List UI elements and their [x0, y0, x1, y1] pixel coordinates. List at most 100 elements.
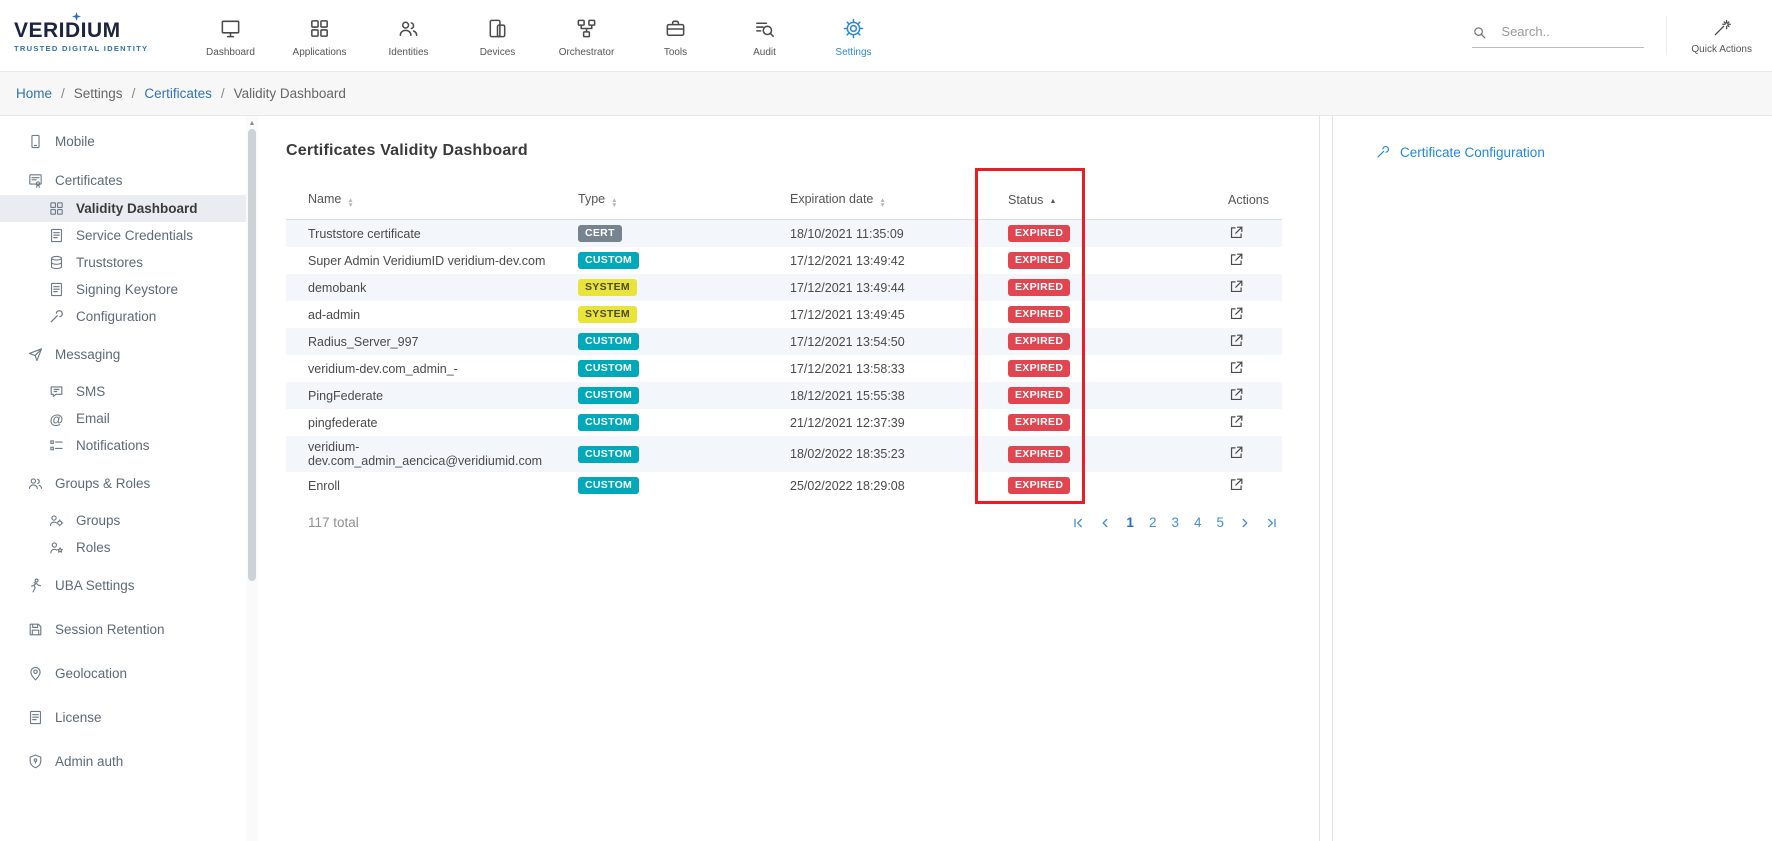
audit-magnifier-icon	[753, 17, 776, 40]
table-header-row: Name▲▼ Type▲▼ Expiration date▲▼ Status▲ …	[286, 186, 1282, 220]
table-row: demobank SYSTEM 17/12/2021 13:49:44 EXPI…	[286, 274, 1282, 301]
column-header-expiration-date[interactable]: Expiration date▲▼	[790, 192, 1008, 208]
open-in-new-icon	[1228, 251, 1245, 268]
brand-name: VERIDIUM	[14, 19, 182, 43]
sidebar-item-groups[interactable]: Groups	[0, 507, 246, 534]
previous-page-icon[interactable]	[1099, 517, 1111, 529]
breadcrumb-separator: /	[132, 86, 136, 101]
status-badge: EXPIRED	[1008, 333, 1070, 350]
first-page-icon[interactable]	[1072, 517, 1084, 529]
status-badge: EXPIRED	[1008, 446, 1070, 463]
map-pin-icon	[27, 665, 44, 682]
page-number-1[interactable]: 1	[1126, 515, 1134, 530]
sidebar-item-service-credentials[interactable]: Service Credentials	[0, 222, 246, 249]
breadcrumb-settings: Settings	[74, 86, 123, 101]
page-number-3[interactable]: 3	[1171, 515, 1179, 530]
table-row: Enroll CUSTOM 25/02/2022 18:29:08 EXPIRE…	[286, 472, 1282, 499]
open-details-button[interactable]	[1228, 359, 1246, 377]
status-badge: EXPIRED	[1008, 360, 1070, 377]
page-number-5[interactable]: 5	[1216, 515, 1224, 530]
monitor-icon	[219, 17, 242, 40]
column-header-type[interactable]: Type▲▼	[578, 192, 790, 208]
sidebar-item-groups-roles[interactable]: Groups & Roles	[0, 468, 246, 498]
sidebar-item-admin-auth[interactable]: Admin auth	[0, 746, 246, 776]
open-details-button[interactable]	[1228, 305, 1246, 323]
sidebar-item-uba-settings[interactable]: UBA Settings	[0, 570, 246, 600]
sidebar-item-roles[interactable]: Roles	[0, 534, 246, 561]
sidebar-item-messaging[interactable]: Messaging	[0, 339, 246, 369]
sidebar-scrollbar[interactable]: ▲	[246, 116, 258, 841]
table-row: veridium-dev.com_admin_aencica@veridiumi…	[286, 436, 1282, 472]
sidebar-item-configuration[interactable]: Configuration	[0, 303, 246, 330]
table-row: Super Admin VeridiumID veridium-dev.com …	[286, 247, 1282, 274]
sidebar-item-sms[interactable]: SMS	[0, 378, 246, 405]
runner-icon	[27, 577, 44, 594]
sidebar-item-truststores[interactable]: Truststores	[0, 249, 246, 276]
sidebar-item-validity-dashboard[interactable]: Validity Dashboard	[0, 195, 246, 222]
wrench-icon	[48, 308, 65, 325]
last-page-icon[interactable]	[1266, 517, 1278, 529]
open-in-new-icon	[1228, 359, 1245, 376]
nav-item-devices[interactable]: Devices	[453, 13, 542, 58]
sort-icon: ▲▼	[347, 198, 353, 208]
open-details-button[interactable]	[1228, 476, 1246, 494]
open-in-new-icon	[1228, 444, 1245, 461]
cert-name: demobank	[286, 277, 578, 299]
table-row: pingfederate CUSTOM 21/12/2021 12:37:39 …	[286, 409, 1282, 436]
page-title: Certificates Validity Dashboard	[286, 142, 1319, 160]
certificate-configuration-link[interactable]: Certificate Configuration	[1375, 144, 1772, 160]
quick-actions-button[interactable]: Quick Actions	[1666, 16, 1756, 55]
nav-item-settings[interactable]: Settings	[809, 13, 898, 58]
sidebar-item-geolocation[interactable]: Geolocation	[0, 658, 246, 688]
sidebar-item-license[interactable]: License	[0, 702, 246, 732]
sidebar-item-notifications[interactable]: Notifications	[0, 432, 246, 459]
type-badge: CUSTOM	[578, 477, 639, 494]
open-details-button[interactable]	[1228, 413, 1246, 431]
wrench-icon	[1375, 144, 1391, 160]
table-footer: 117 total 1 2 3 4 5	[286, 515, 1282, 530]
page-number-4[interactable]: 4	[1194, 515, 1202, 530]
scrollbar-thumb[interactable]	[248, 129, 256, 581]
nav-item-orchestrator[interactable]: Orchestrator	[542, 13, 631, 58]
brand-logo[interactable]: VERIDIUM TRUSTED DIGITAL IDENTITY	[14, 19, 182, 53]
scroll-up-icon[interactable]: ▲	[249, 116, 256, 129]
cert-name: pingfederate	[286, 412, 578, 434]
save-icon	[27, 621, 44, 638]
breadcrumb-certificates[interactable]: Certificates	[144, 86, 212, 101]
breadcrumb-separator: /	[61, 86, 65, 101]
page-number-2[interactable]: 2	[1149, 515, 1157, 530]
column-header-name[interactable]: Name▲▼	[286, 192, 578, 208]
sidebar-item-certificates[interactable]: Certificates	[0, 165, 246, 195]
nav-item-audit[interactable]: Audit	[720, 13, 809, 58]
navbar-right: Quick Actions	[1472, 16, 1756, 55]
nav-item-applications[interactable]: Applications	[275, 13, 364, 58]
nav-item-identities[interactable]: Identities	[364, 13, 453, 58]
open-details-button[interactable]	[1228, 224, 1246, 242]
sidebar-item-mobile[interactable]: Mobile	[0, 126, 246, 156]
open-in-new-icon	[1228, 413, 1245, 430]
open-details-button[interactable]	[1228, 251, 1246, 269]
type-badge: CUSTOM	[578, 252, 639, 269]
user-star-icon	[48, 539, 65, 556]
expiration-date: 17/12/2021 13:49:44	[790, 281, 1008, 295]
top-navbar: VERIDIUM TRUSTED DIGITAL IDENTITY Dashbo…	[0, 0, 1772, 72]
type-badge: SYSTEM	[578, 306, 637, 323]
open-details-button[interactable]	[1228, 332, 1246, 350]
sidebar-item-session-retention[interactable]: Session Retention	[0, 614, 246, 644]
next-page-icon[interactable]	[1239, 517, 1251, 529]
status-badge: EXPIRED	[1008, 225, 1070, 242]
nav-item-dashboard[interactable]: Dashboard	[186, 13, 275, 58]
cert-name: veridium-dev.com_admin_-	[286, 358, 578, 380]
column-header-status[interactable]: Status▲	[1008, 193, 1222, 207]
search-icon[interactable]	[1472, 25, 1487, 40]
nav-item-tools[interactable]: Tools	[631, 13, 720, 58]
breadcrumb-home[interactable]: Home	[16, 86, 52, 101]
certificate-icon	[27, 172, 44, 189]
open-details-button[interactable]	[1228, 386, 1246, 404]
open-details-button[interactable]	[1228, 278, 1246, 296]
search-input[interactable]	[1499, 23, 1627, 40]
sidebar-item-email[interactable]: @Email	[0, 405, 246, 432]
cert-name: Radius_Server_997	[286, 331, 578, 353]
open-details-button[interactable]	[1228, 444, 1246, 462]
sidebar-item-signing-keystore[interactable]: Signing Keystore	[0, 276, 246, 303]
